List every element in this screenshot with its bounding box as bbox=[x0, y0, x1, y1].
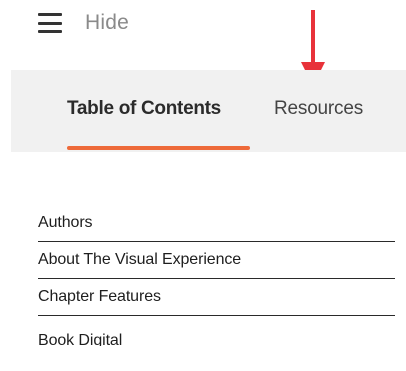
active-tab-indicator bbox=[67, 146, 250, 150]
tab-table-of-contents[interactable]: Table of Contents bbox=[67, 98, 221, 120]
tab-resources[interactable]: Resources bbox=[274, 98, 363, 120]
hamburger-icon[interactable] bbox=[38, 13, 62, 33]
hide-label: Hide bbox=[85, 11, 129, 34]
list-item-book-digital[interactable]: Book Digital bbox=[38, 316, 395, 346]
chapter-list: Authors About The Visual Experience Chap… bbox=[38, 205, 395, 346]
top-bar: Hide bbox=[0, 0, 406, 60]
list-item-chapter-features[interactable]: Chapter Features bbox=[38, 279, 395, 316]
list-item-label: Book Digital bbox=[38, 332, 123, 346]
hide-toc-toggle[interactable]: Hide bbox=[38, 8, 129, 38]
list-item-about-the-visual-experience[interactable]: About The Visual Experience bbox=[38, 242, 395, 279]
tab-bar: Table of Contents Resources bbox=[11, 70, 406, 152]
list-item-authors[interactable]: Authors bbox=[38, 205, 395, 242]
